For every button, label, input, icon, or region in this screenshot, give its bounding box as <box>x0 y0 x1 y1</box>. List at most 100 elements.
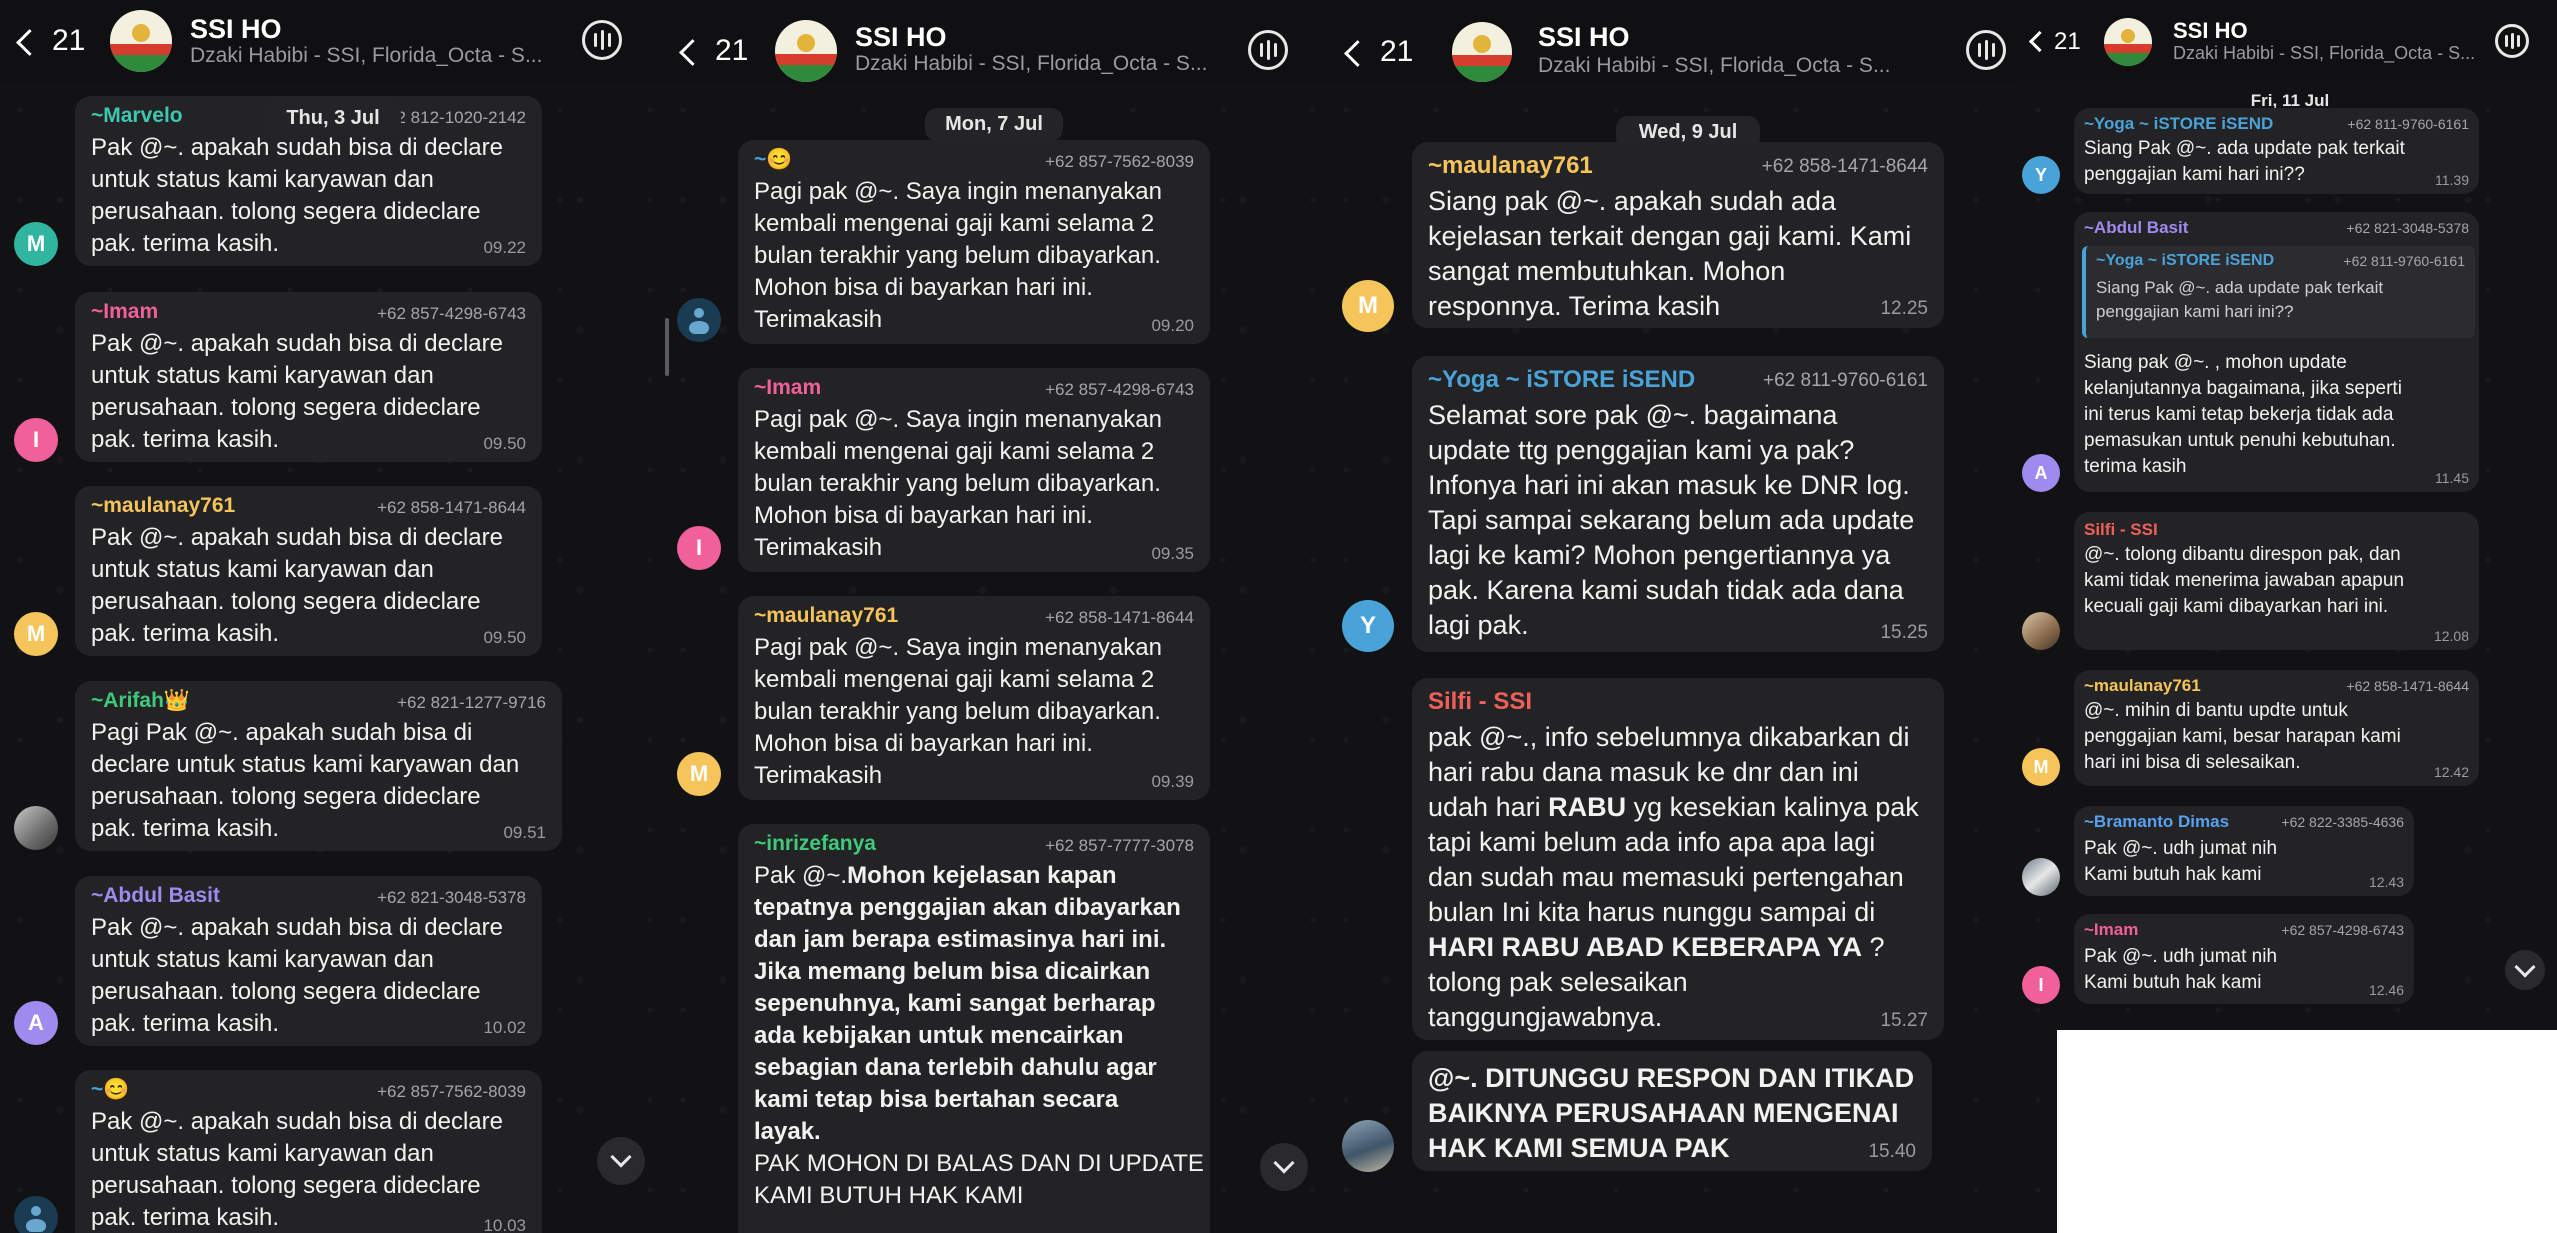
back-count[interactable]: 21 <box>2054 28 2081 56</box>
sender-name[interactable]: ~Yoga ~ iSTORE iSEND <box>1428 366 1695 394</box>
chat-header: 21 SSI HO Dzaki Habibi - SSI, Florida_Oc… <box>2018 0 2557 80</box>
message-time: 09.50 <box>483 628 526 647</box>
sender-name[interactable]: ~😊 <box>754 148 792 172</box>
avatar[interactable]: M <box>14 612 58 656</box>
message-bubble[interactable]: ~😊 +62 857-7562-8039 Pak @~. apakah suda… <box>75 1070 542 1233</box>
group-avatar[interactable] <box>775 20 837 82</box>
group-subtitle[interactable]: Dzaki Habibi - SSI, Florida_Octa - S... <box>1538 54 1943 78</box>
voice-chat-icon[interactable] <box>582 20 622 60</box>
avatar[interactable] <box>677 298 721 342</box>
voice-chat-icon[interactable] <box>1966 30 2006 70</box>
message-bubble[interactable]: ~Yoga ~ iSTORE iSEND +62 811-9760-6161 S… <box>2074 108 2479 194</box>
sender-name[interactable]: ~Bramanto Dimas <box>2084 812 2229 832</box>
avatar[interactable]: M <box>677 752 721 796</box>
back-count[interactable]: 21 <box>715 34 748 68</box>
sender-phone: +62 857-4298-6743 <box>377 304 526 323</box>
message-bubble[interactable]: ~inrizefanya +62 857-7777-3078 Pak @~.Mo… <box>738 824 1210 1233</box>
sender-name[interactable]: ~Abdul Basit <box>2084 218 2188 238</box>
voice-chat-icon[interactable] <box>2495 24 2529 58</box>
back-count[interactable]: 21 <box>1380 35 1413 69</box>
sender-name[interactable]: ~maulanay761 <box>2084 676 2201 696</box>
message-bubble[interactable]: Silfi - SSI @~. tolong dibantu direspon … <box>2074 512 2479 650</box>
sender-name[interactable]: ~Yoga ~ iSTORE iSEND <box>2084 114 2273 134</box>
back-count[interactable]: 21 <box>52 24 85 58</box>
sender-name[interactable]: Silfi - SSI <box>2084 520 2158 540</box>
group-title[interactable]: SSI HO <box>190 14 282 45</box>
message-text: Pagi pak @~. Saya ingin menanyakan kemba… <box>754 634 1162 789</box>
sender-name[interactable]: ~Abdul Basit <box>91 884 220 908</box>
back-icon[interactable] <box>16 29 43 56</box>
message-bubble[interactable]: ~Abdul Basit +62 821-3048-5378 Pak @~. a… <box>75 876 542 1046</box>
avatar[interactable]: M <box>2022 748 2060 786</box>
group-avatar[interactable] <box>2104 18 2152 66</box>
sender-name[interactable]: ~Imam <box>91 300 158 324</box>
scroll-down-button[interactable] <box>1260 1143 1308 1191</box>
scroll-down-button[interactable] <box>597 1137 645 1185</box>
message-bubble[interactable]: ~Imam +62 857-4298-6743 Pak @~. apakah s… <box>75 292 542 462</box>
avatar[interactable] <box>2022 612 2060 650</box>
message-bubble[interactable]: ~maulanay761 +62 858-1471-8644 Pak @~. a… <box>75 486 542 656</box>
sender-name[interactable]: ~inrizefanya <box>754 832 876 856</box>
message-bubble[interactable]: ~Bramanto Dimas +62 822-3385-4636 Pak @~… <box>2074 806 2414 896</box>
message-bubble[interactable]: ~Imam +62 857-4298-6743 Pak @~. udh juma… <box>2074 914 2414 1004</box>
quoted-message[interactable]: ~Yoga ~ iSTORE iSEND +62 811-9760-6161 S… <box>2082 246 2475 338</box>
message-text: Pak @~. apakah sudah bisa di declare unt… <box>91 1108 503 1231</box>
group-subtitle[interactable]: Dzaki Habibi - SSI, Florida_Octa - S... <box>190 44 560 68</box>
voice-chat-icon[interactable] <box>1248 30 1288 70</box>
message-bubble[interactable]: ~😊 +62 857-7562-8039 Pagi pak @~. Saya i… <box>738 140 1210 344</box>
sender-name[interactable]: ~😊 <box>91 1078 129 1102</box>
back-icon[interactable] <box>2028 30 2051 53</box>
group-avatar[interactable] <box>110 10 172 72</box>
group-subtitle[interactable]: Dzaki Habibi - SSI, Florida_Octa - S... <box>855 52 1225 76</box>
scrollbar[interactable] <box>665 318 669 376</box>
message-text: @~. DITUNGGU RESPON DAN ITIKAD BAIKNYA P… <box>1428 1063 1915 1163</box>
message-text: Pagi Pak @~. apakah sudah bisa di declar… <box>91 719 520 842</box>
message-bubble[interactable]: ~maulanay761 +62 858-1471-8644 @~. mihin… <box>2074 670 2479 786</box>
message-bubble[interactable]: ~maulanay761 +62 858-1471-8644 Pagi pak … <box>738 596 1210 800</box>
avatar[interactable]: I <box>14 418 58 462</box>
quoted-text: Siang Pak @~. ada update pak terkait pen… <box>2096 278 2384 321</box>
sender-name[interactable]: ~Arifah👑 <box>91 689 190 713</box>
sender-name[interactable]: ~Marvelo <box>91 104 183 128</box>
avatar[interactable]: A <box>14 1001 58 1045</box>
avatar[interactable]: A <box>2022 454 2060 492</box>
sender-name[interactable]: Silfi - SSI <box>1428 688 1532 716</box>
avatar[interactable]: Y <box>2022 156 2060 194</box>
message-bubble[interactable]: ~Abdul Basit +62 821-3048-5378 ~Yoga ~ i… <box>2074 212 2479 492</box>
sender-name[interactable]: ~Imam <box>2084 920 2138 940</box>
message-bubble[interactable]: ~maulanay761 +62 858-1471-8644 Siang pak… <box>1412 142 1944 328</box>
back-icon[interactable] <box>679 39 706 66</box>
sender-name[interactable]: ~Imam <box>754 376 821 400</box>
avatar[interactable] <box>14 806 58 850</box>
group-title[interactable]: SSI HO <box>1538 22 1630 53</box>
message-time: 10.03 <box>483 1216 526 1233</box>
avatar[interactable]: I <box>2022 966 2060 1004</box>
group-title[interactable]: SSI HO <box>855 22 947 53</box>
scroll-down-button[interactable] <box>2505 950 2545 990</box>
avatar[interactable]: I <box>677 526 721 570</box>
sender-phone: +62 858-1471-8644 <box>377 498 526 517</box>
avatar[interactable] <box>1342 1120 1394 1172</box>
avatar[interactable] <box>2022 858 2060 896</box>
message-bubble[interactable]: ~Yoga ~ iSTORE iSEND +62 811-9760-6161 S… <box>1412 356 1944 652</box>
message-bubble[interactable]: ~Imam +62 857-4298-6743 Pagi pak @~. Say… <box>738 368 1210 572</box>
message-time: 09.39 <box>1151 772 1194 791</box>
quoted-sender: ~Yoga ~ iSTORE iSEND <box>2096 252 2275 269</box>
message-time: 12.08 <box>2433 628 2469 644</box>
message-bubble[interactable]: @~. DITUNGGU RESPON DAN ITIKAD BAIKNYA P… <box>1412 1051 1932 1171</box>
group-avatar[interactable] <box>1452 22 1512 82</box>
message-bubble[interactable]: Silfi - SSI pak @~., info sebelumnya dik… <box>1412 678 1944 1040</box>
sender-name[interactable]: ~maulanay761 <box>91 494 235 518</box>
group-subtitle[interactable]: Dzaki Habibi - SSI, Florida_Octa - S... <box>2173 43 2503 64</box>
sender-name[interactable]: ~maulanay761 <box>1428 152 1593 180</box>
avatar[interactable]: Y <box>1342 600 1394 652</box>
sender-name[interactable]: ~maulanay761 <box>754 604 898 628</box>
message-bubble[interactable]: ~Arifah👑 +62 821-1277-9716 Pagi Pak @~. … <box>75 681 562 851</box>
group-title[interactable]: SSI HO <box>2173 18 2248 44</box>
avatar[interactable]: M <box>14 222 58 266</box>
avatar[interactable] <box>14 1196 58 1233</box>
back-icon[interactable] <box>1344 40 1371 67</box>
message-time: 15.25 <box>1880 622 1928 643</box>
message-time: 12.46 <box>2368 982 2404 998</box>
avatar[interactable]: M <box>1342 280 1394 332</box>
